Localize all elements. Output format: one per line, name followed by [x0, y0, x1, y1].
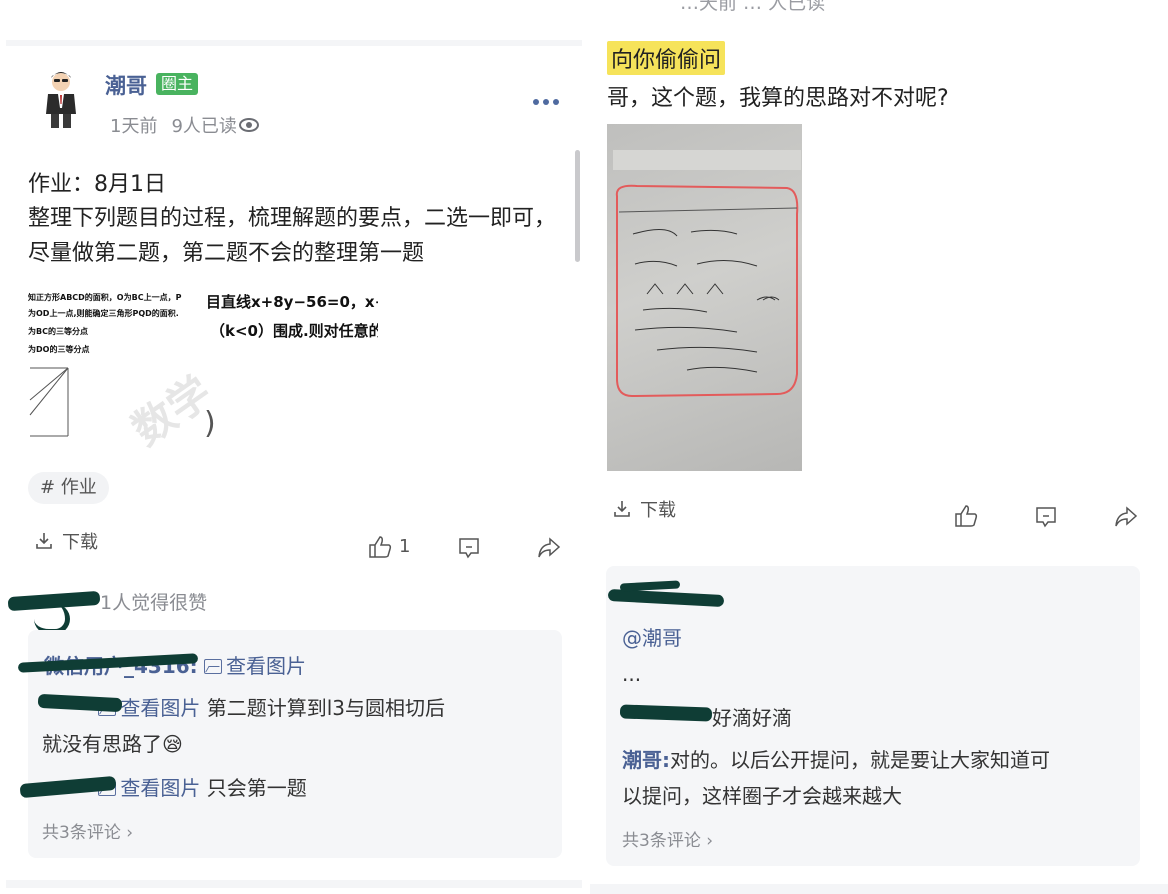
- question-text: 哥，这个题，我算的思路对不对呢?: [607, 86, 949, 111]
- scrollbar[interactable]: [575, 150, 580, 262]
- download-label: 下载: [640, 500, 676, 521]
- divider: [590, 884, 1168, 894]
- avatar[interactable]: [36, 68, 86, 130]
- homework-image[interactable]: 知正方形ABCD的面积，O为BC上一点，P 为OD上一点,则能确定三角形PQD的…: [28, 288, 378, 453]
- geometry-figure: [29, 367, 69, 437]
- comment-section: 微信用户_4316: 查看图片 用户: 查看图片 第二题计算到l3与圆相切后 就…: [17, 630, 562, 858]
- post-title: 作业：8月1日: [28, 172, 166, 197]
- highlight-title: 向你偷偷问: [607, 41, 726, 75]
- post-meta: 1天前 9人已读: [110, 112, 259, 138]
- image-text: （k<0）围成.则对任意的: [210, 322, 378, 340]
- topic-tag[interactable]: # 作业: [28, 472, 109, 504]
- like-icon[interactable]: [953, 503, 979, 529]
- like-count: 1: [399, 536, 411, 557]
- comment-section: @潮哥 ... 好滴好滴 潮哥:对的。以后公开提问，就是要让大家知道可 以提问，…: [606, 566, 1140, 866]
- share-icon[interactable]: [536, 536, 562, 560]
- divider: [6, 40, 582, 46]
- post-time: 1天前: [110, 116, 158, 137]
- download-button[interactable]: 下载: [34, 528, 98, 554]
- comment-text: 第二题计算到l3与圆相切后: [206, 696, 445, 720]
- reply-body: 对的。以后公开提问，就是要让大家知道可: [670, 748, 1050, 772]
- divider: [6, 880, 582, 888]
- previous-post-meta-cut: …天前 … 人已读: [680, 0, 826, 14]
- owner-reply: 潮哥:对的。以后公开提问，就是要让大家知道可: [622, 744, 1050, 773]
- download-button[interactable]: 下载: [612, 496, 676, 522]
- handwritten-work: [615, 184, 799, 398]
- image-icon: [204, 659, 223, 674]
- image-text: 目直线x+8y−56=0，x−4: [206, 293, 378, 311]
- bracket-mark: ): [204, 406, 216, 441]
- redaction-scribble: [607, 588, 725, 608]
- comment-icon[interactable]: [457, 536, 481, 560]
- likes-summary: 1人觉得很赞: [100, 592, 208, 614]
- collapsed-ellipsis[interactable]: ...: [622, 662, 641, 686]
- view-image-link[interactable]: 查看图片: [204, 654, 306, 678]
- download-icon: [36, 533, 52, 549]
- eye-icon: [238, 118, 259, 132]
- share-icon[interactable]: [1113, 505, 1139, 529]
- image-text: 为OD上一点,则能确定三角形PQD的面积.: [28, 309, 179, 318]
- image-text: 为DO的三等分点: [28, 345, 90, 354]
- download-label: 下载: [62, 532, 98, 553]
- redaction-scribble: [619, 580, 681, 592]
- author-name[interactable]: 潮哥: [105, 70, 147, 100]
- image-text: 为BC的三等分点: [28, 327, 88, 336]
- comment-icon[interactable]: [1034, 505, 1058, 529]
- post-body: 整理下列题目的过程，梳理解题的要点，二选一即可，尽量做第二题，第二题不会的整理第…: [28, 206, 557, 266]
- redaction-scribble: [619, 704, 713, 722]
- owner-badge: 圈主: [156, 73, 199, 95]
- all-comments-link[interactable]: 共3条评论 ›: [622, 826, 713, 851]
- download-icon: [614, 501, 630, 517]
- reply-text: 好滴好滴: [712, 706, 792, 730]
- like-icon[interactable]: [367, 534, 393, 560]
- reply-body: 以提问，这样圈子才会越来越大: [622, 784, 902, 808]
- comment-text: 就没有思路了😪: [42, 732, 183, 756]
- read-count: 9人已读: [171, 116, 237, 137]
- question-photo[interactable]: [607, 124, 802, 471]
- image-text: 知正方形ABCD的面积，O为BC上一点，P: [28, 293, 182, 302]
- mention-text[interactable]: @潮哥: [622, 622, 682, 651]
- commenter-name[interactable]: 潮哥:: [622, 748, 670, 772]
- comment-text: 只会第一题: [206, 776, 307, 800]
- more-icon[interactable]: [533, 93, 565, 111]
- all-comments-link[interactable]: 共3条评论 ›: [42, 818, 133, 843]
